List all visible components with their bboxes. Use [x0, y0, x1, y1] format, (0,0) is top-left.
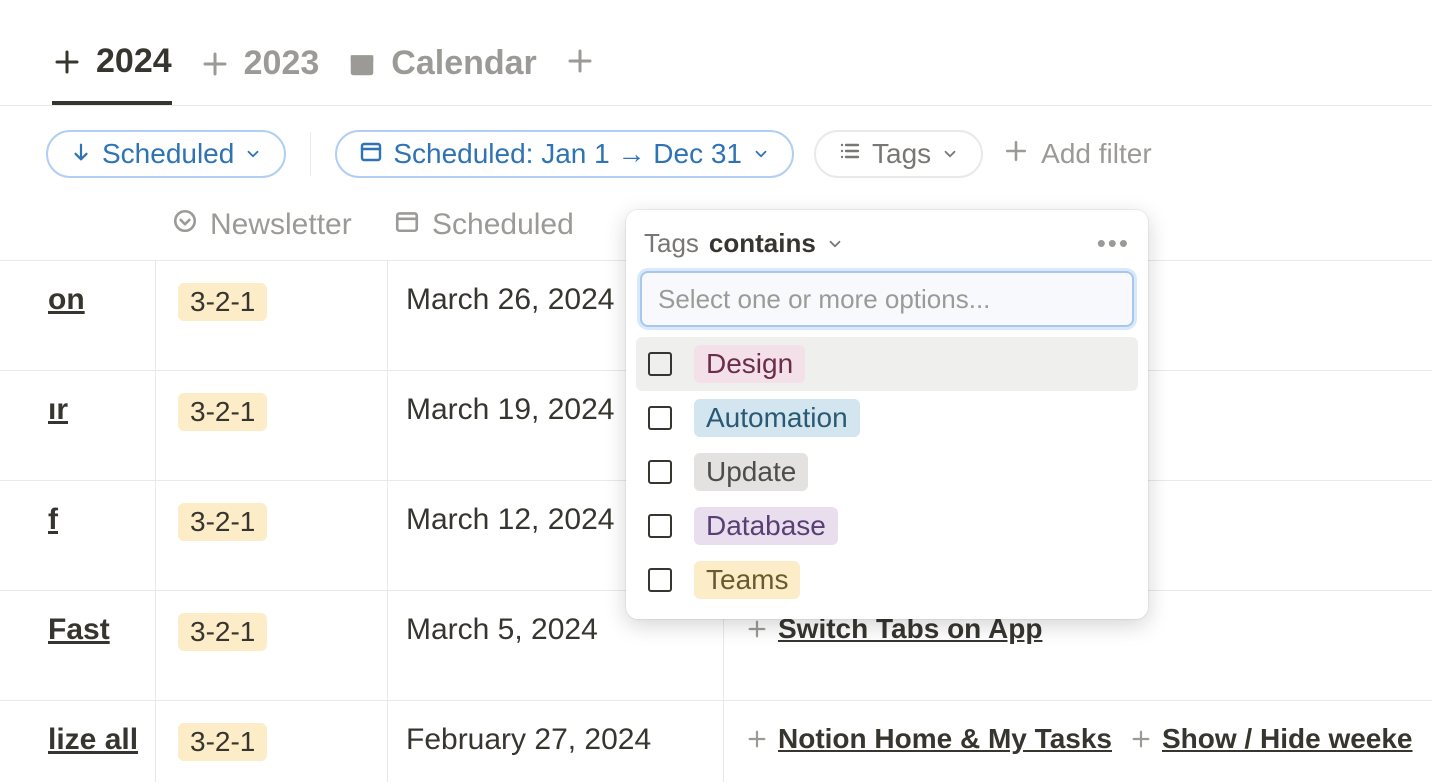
row-title-cut[interactable]: lize all	[0, 701, 156, 782]
sort-label: Scheduled	[102, 138, 234, 170]
popover-cond-label: contains	[709, 228, 816, 259]
row-title-cut[interactable]: f	[0, 481, 156, 590]
calendar-icon	[347, 49, 377, 79]
more-icon[interactable]: •••	[1097, 228, 1130, 259]
add-filter-label: Add filter	[1041, 138, 1152, 170]
add-filter-button[interactable]: Add filter	[1003, 138, 1152, 171]
checkbox[interactable]	[648, 514, 672, 538]
tag-pill: Database	[694, 507, 838, 545]
tag-pill: Update	[694, 453, 808, 491]
popover-condition[interactable]: Tags contains	[644, 228, 844, 259]
tab-label: Calendar	[391, 44, 537, 83]
newsletter-badge: 3-2-1	[178, 503, 267, 541]
chevron-down-icon	[826, 235, 844, 253]
newsletter-badge: 3-2-1	[178, 393, 267, 431]
tab-2023[interactable]: 2023	[200, 44, 320, 103]
popover-prop-label: Tags	[644, 228, 699, 259]
newsletter-badge: 3-2-1	[178, 283, 267, 321]
tags-option-list: Design Automation Update Database Teams	[626, 337, 1148, 607]
tag-pill: Teams	[694, 561, 800, 599]
filter-chip-tags[interactable]: Tags	[814, 130, 983, 178]
divider	[310, 132, 311, 176]
sort-chip-scheduled[interactable]: Scheduled	[46, 130, 286, 178]
plus-icon	[746, 618, 768, 640]
row-title-cut[interactable]: Fast	[0, 591, 156, 700]
plus-icon	[746, 728, 768, 750]
newsletter-badge: 3-2-1	[178, 613, 267, 651]
relation-label: Notion Home & My Tasks	[778, 723, 1112, 755]
filter-chip-scheduled-range[interactable]: Scheduled: Jan 1 → Dec 31	[335, 130, 794, 178]
tag-option[interactable]: Database	[636, 499, 1138, 553]
relation-item[interactable]: Show / Hide weeke	[1130, 723, 1413, 755]
tag-option[interactable]: Design	[636, 337, 1138, 391]
plus-icon	[200, 49, 230, 79]
cell-newsletter[interactable]: 3-2-1	[156, 371, 388, 480]
tab-label: 2023	[244, 44, 320, 83]
tags-search-input[interactable]	[640, 271, 1134, 327]
cell-newsletter[interactable]: 3-2-1	[156, 261, 388, 370]
plus-icon	[1003, 138, 1029, 171]
tab-2024[interactable]: 2024	[52, 42, 172, 105]
filter-label: Scheduled: Jan 1 → Dec 31	[393, 138, 742, 170]
row-title-cut[interactable]: ır	[0, 371, 156, 480]
cell-relations[interactable]: Notion Home & My Tasks Show / Hide weeke	[724, 701, 1432, 782]
plus-icon	[1130, 728, 1152, 750]
filter-bar: Scheduled Scheduled: Jan 1 → Dec 31 Tags…	[0, 106, 1432, 178]
table-row[interactable]: lize all3-2-1February 27, 2024Notion Hom…	[0, 700, 1432, 782]
relation-item[interactable]: Notion Home & My Tasks	[746, 723, 1112, 755]
calendar-icon	[394, 208, 420, 242]
column-label: Scheduled	[432, 208, 574, 242]
tag-option[interactable]: Teams	[636, 553, 1138, 607]
view-tabs: 2024 2023 Calendar	[0, 0, 1432, 105]
row-title-cut[interactable]: on	[0, 261, 156, 370]
checkbox[interactable]	[648, 568, 672, 592]
cell-newsletter[interactable]: 3-2-1	[156, 591, 388, 700]
column-label: Newsletter	[210, 208, 352, 242]
cell-newsletter[interactable]: 3-2-1	[156, 701, 388, 782]
tab-calendar[interactable]: Calendar	[347, 44, 537, 103]
calendar-icon	[359, 138, 383, 170]
checkbox[interactable]	[648, 352, 672, 376]
tab-label: 2024	[96, 42, 172, 81]
add-view-button[interactable]	[565, 46, 595, 101]
relation-label: Show / Hide weeke	[1162, 723, 1413, 755]
checkbox[interactable]	[648, 460, 672, 484]
tag-pill: Automation	[694, 399, 860, 437]
arrow-down-icon	[70, 138, 92, 170]
checkbox[interactable]	[648, 406, 672, 430]
chevron-down-icon	[752, 145, 770, 163]
chevron-down-icon	[941, 145, 959, 163]
list-icon	[838, 138, 862, 170]
arrow-down-circle-icon	[172, 208, 198, 242]
newsletter-badge: 3-2-1	[178, 723, 267, 761]
cell-newsletter[interactable]: 3-2-1	[156, 481, 388, 590]
tag-option[interactable]: Update	[636, 445, 1138, 499]
chevron-down-icon	[244, 145, 262, 163]
tag-option[interactable]: Automation	[636, 391, 1138, 445]
filter-label: Tags	[872, 138, 931, 170]
column-header-newsletter[interactable]: Newsletter	[172, 208, 394, 242]
cell-scheduled[interactable]: February 27, 2024	[388, 701, 724, 782]
plus-icon	[52, 47, 82, 77]
tags-filter-popover: Tags contains ••• Design Automation Update…	[626, 210, 1148, 619]
tag-pill: Design	[694, 345, 805, 383]
